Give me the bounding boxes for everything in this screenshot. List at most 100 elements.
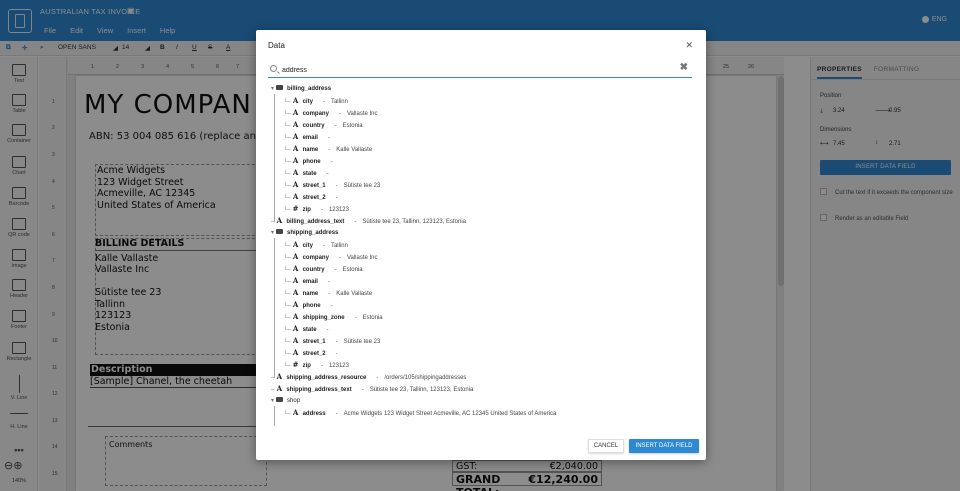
tree-field[interactable]: └– Ashipping_zone - Estonia [283, 312, 383, 322]
tree-connector: └– [283, 351, 291, 357]
number-type-icon: # [292, 204, 299, 213]
tree-field[interactable]: └– Aphone - [283, 156, 339, 166]
tree-connector: └– [283, 195, 291, 201]
text-type-icon: A [292, 132, 299, 141]
tree-connector: ▾ [271, 398, 275, 404]
text-type-icon: A [276, 216, 283, 225]
text-type-icon: A [292, 324, 299, 333]
text-type-icon: A [292, 168, 299, 177]
tree-connector: └– [283, 171, 291, 177]
tree-connector: └– [283, 135, 291, 141]
clear-search-icon[interactable]: ✖ [680, 62, 688, 73]
app-root: AUSTRALIAN TAX INVOICE ▣ File Edit View … [0, 0, 960, 491]
tree-value: Sütiste tee 23 [343, 339, 381, 345]
tree-dash: - [335, 411, 338, 417]
tree-dash: - [322, 99, 325, 105]
tree-field[interactable]: └– Aname - Kalle Vallaste [283, 288, 372, 298]
cancel-button[interactable]: CANCEL [588, 439, 624, 453]
tree-value: Kalle Vallaste [336, 147, 373, 153]
tree-connector: └– [283, 327, 291, 333]
tree-dash: - [334, 123, 337, 129]
text-type-icon: A [292, 264, 299, 273]
tree-field[interactable]: └– Aaddress - Acme Widgets 123 Widget Stree… [283, 408, 556, 418]
tree-key: name [302, 147, 319, 153]
text-type-icon: A [292, 336, 299, 345]
tree-field[interactable]: └– Acompany - Vallaste Inc [283, 252, 378, 262]
tree-guide-line [274, 238, 275, 378]
tree-field[interactable]: └– Acountry - Estonia [283, 264, 363, 274]
search-icon [270, 65, 277, 72]
data-dialog: Data ✕ ✖ ▾billing_address└–Acity-Tallinn… [256, 30, 706, 460]
tree-guide-line [274, 94, 275, 222]
tree-value: Kalle Vallaste [336, 291, 373, 297]
insert-data-field-dialog-button[interactable]: INSERT DATA FIELD [629, 439, 699, 453]
tree-field[interactable]: └– Aemail - [283, 276, 336, 286]
tree-field[interactable]: └– Astreet_1 - Sütiste tee 23 [283, 180, 380, 190]
tree-dash: - [326, 327, 329, 333]
tree-field[interactable]: – Abilling_address_text - Sütiste tee 23, T… [271, 216, 466, 226]
tree-folder[interactable]: ▾ shipping_address [271, 228, 338, 238]
tree-connector: └– [283, 339, 291, 345]
tree-field[interactable]: └– Acity - Tallinn [283, 240, 348, 250]
tree-connector: └– [283, 363, 291, 369]
text-type-icon: A [292, 240, 299, 249]
tree-dash: - [327, 135, 330, 141]
tree-value: Tallinn [330, 243, 348, 249]
tree-connector: └– [283, 291, 291, 297]
tree-dash: - [354, 219, 357, 225]
tree-value: Vallaste Inc [346, 111, 378, 117]
tree-field[interactable]: └– Astreet_2 - [283, 348, 344, 358]
tree-connector: └– [283, 99, 291, 105]
tree-connector: └– [283, 207, 291, 213]
tree-field[interactable]: – Ashipping_address_text - Sütiste tee 23, … [271, 384, 473, 394]
number-type-icon: # [292, 360, 299, 369]
tree-dash: - [322, 243, 325, 249]
tree-dash: - [326, 171, 329, 177]
tree-value: Vallaste Inc [346, 255, 378, 261]
tree-field[interactable]: └– # zip -123123 [283, 204, 349, 214]
tree-field[interactable]: └– Astate - [283, 324, 335, 334]
tree-value: /orders/105/shippingaddresses [384, 375, 467, 381]
tree-folder[interactable]: ▾ billing_address [271, 84, 331, 94]
tree-dash: - [335, 183, 338, 189]
tree-key: state [302, 327, 317, 333]
text-type-icon: A [292, 156, 299, 165]
tree-field[interactable]: └– Acountry - Estonia [283, 120, 363, 130]
tree-value: Sütiste tee 23, Tallinn, 123123, Estonia [369, 387, 474, 393]
tree-field[interactable]: └– Astreet_2 - [283, 192, 344, 202]
tree-connector: └– [283, 183, 291, 189]
tree-key: name [302, 291, 319, 297]
tree-field[interactable]: └– Aphone - [283, 300, 339, 310]
tree-field[interactable]: – Ashipping_address_resource -/orders/105/… [271, 372, 466, 382]
tree-dash: - [335, 351, 338, 357]
text-type-icon: A [292, 252, 299, 261]
tree-guide-line [274, 406, 275, 426]
tree-dash: - [328, 291, 331, 297]
tree-key: company [302, 111, 329, 117]
tree-key: address [302, 411, 326, 417]
tree-field[interactable]: └– Acity - Tallinn [283, 96, 348, 106]
tree-connector: └– [283, 303, 291, 309]
tree-field[interactable]: └– Aemail - [283, 132, 336, 142]
tree-dash: - [330, 303, 333, 309]
tree-field[interactable]: └– Astreet_1 - Sütiste tee 23 [283, 336, 380, 346]
tree-key: country [302, 267, 325, 273]
tree-value: Estonia [342, 267, 363, 273]
tree-field[interactable]: └– Aname - Kalle Vallaste [283, 144, 372, 154]
tree-connector: └– [283, 315, 291, 321]
tree-key: email [302, 279, 318, 285]
tree-field[interactable]: └– # zip -123123 [283, 360, 349, 370]
close-icon[interactable]: ✕ [685, 40, 693, 51]
tree-folder[interactable]: ▾ shop [271, 396, 300, 406]
tree-key: street_1 [302, 339, 326, 345]
folder-icon [276, 229, 284, 234]
tree-connector: ▾ [271, 86, 275, 92]
tree-field[interactable]: └– Astate - [283, 168, 335, 178]
tree-field[interactable]: └– Acompany - Vallaste Inc [283, 108, 378, 118]
tree-key: street_1 [302, 183, 326, 189]
tree-dash: - [320, 207, 323, 213]
tree-connector: └– [283, 243, 291, 249]
tree-dash: - [327, 279, 330, 285]
search-input[interactable] [282, 64, 662, 76]
tree-key: shipping_address [287, 230, 339, 236]
